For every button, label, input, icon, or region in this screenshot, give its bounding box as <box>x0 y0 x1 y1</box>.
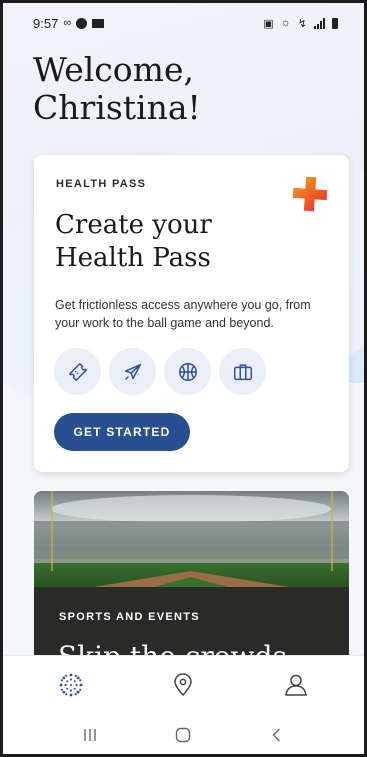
get-started-button[interactable]: GET STARTED <box>54 413 190 451</box>
home-button-icon <box>176 727 191 743</box>
use-case-icons <box>54 348 266 395</box>
location-pin-icon <box>174 672 193 696</box>
health-pass-card[interactable]: HEALTH PASS Create your Health Pass Get … <box>34 155 349 472</box>
welcome-line-2: Christina! <box>33 88 201 127</box>
briefcase-circle <box>219 348 266 395</box>
status-time: 9:57 <box>33 15 59 31</box>
nav-home[interactable] <box>51 665 91 705</box>
wifi-calling-icon: ↯ <box>297 17 307 30</box>
card-eyebrow: HEALTH PASS <box>56 178 147 190</box>
alarm-icon: ☼ <box>280 17 291 29</box>
stadium-image <box>34 491 349 587</box>
status-left: 9:57 ∞ <box>33 15 105 31</box>
voicemail-icon: ∞ <box>63 17 72 29</box>
briefcase-icon <box>233 363 252 380</box>
basketball-icon <box>178 362 197 381</box>
system-navigation <box>3 713 364 754</box>
battery-icon <box>332 17 338 29</box>
card-title-line-1: Create your <box>55 210 212 240</box>
card-title: Create your Health Pass <box>55 209 305 275</box>
nav-profile[interactable] <box>276 665 316 705</box>
back-button[interactable] <box>262 720 292 750</box>
recents-icon <box>84 729 96 741</box>
nav-location[interactable] <box>163 665 203 705</box>
sports-eyebrow: SPORTS AND EVENTS <box>59 611 200 623</box>
ticket-circle <box>54 348 101 395</box>
bottom-navigation <box>3 655 364 713</box>
signal-icon <box>314 17 325 29</box>
sports-events-card[interactable]: SPORTS AND EVENTS Skip the crowds <box>34 491 349 671</box>
health-plus-icon <box>292 176 328 212</box>
card-title-line-2: Health Pass <box>55 243 211 273</box>
status-bar: 9:57 ∞ ▣ ☼ ↯ <box>3 3 364 43</box>
app-frame: 9:57 ∞ ▣ ☼ ↯ Welcome, Christina! HEALTH … <box>0 0 367 757</box>
airplane-circle <box>109 348 156 395</box>
profile-icon <box>284 674 307 696</box>
status-right: ▣ ☼ ↯ <box>263 17 338 30</box>
back-icon <box>272 728 281 742</box>
card-description: Get frictionless access anywhere you go,… <box>55 298 311 330</box>
messenger-icon <box>76 17 88 29</box>
recents-button[interactable] <box>75 720 105 750</box>
welcome-heading: Welcome, Christina! <box>33 51 333 127</box>
basketball-circle <box>164 348 211 395</box>
home-button[interactable] <box>168 720 198 750</box>
airplane-icon <box>124 363 141 380</box>
mail-icon <box>92 18 105 28</box>
lock-icon: ▣ <box>263 17 274 30</box>
ticket-icon <box>68 362 87 381</box>
home-icon <box>59 673 83 696</box>
welcome-line-1: Welcome, <box>33 50 194 89</box>
